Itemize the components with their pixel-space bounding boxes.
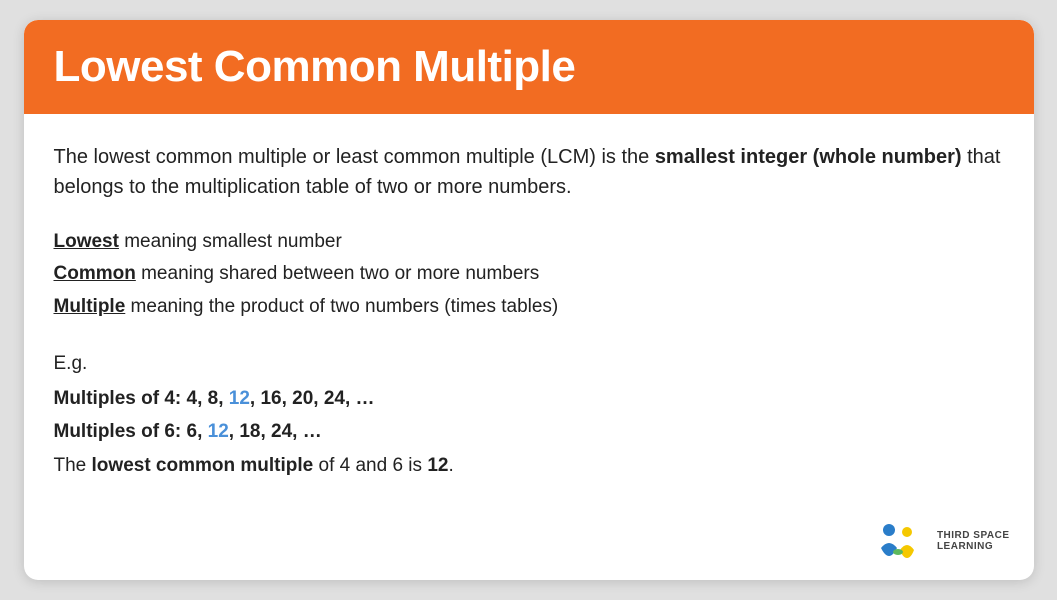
intro-paragraph: The lowest common multiple or least comm… [54,142,1004,202]
multiples-4-line: Multiples of 4: 4, 8, 12, 16, 20, 24, … [54,382,1004,415]
term-common: Common [54,263,136,284]
card: Lowest Common Multiple The lowest common… [24,20,1034,580]
logo-text: THIRD SPACE LEARNING [937,530,1010,552]
logo-line2: LEARNING [937,541,993,552]
def-multiple-text: meaning the product of two numbers (time… [125,296,558,317]
definition-multiple: Multiple meaning the product of two numb… [54,291,1004,323]
multiples-4-highlight: 12 [229,388,250,409]
conclusion-start: The [54,455,92,476]
conclusion-bold: lowest common multiple [92,455,314,476]
term-lowest: Lowest [54,231,119,252]
examples-section: E.g. Multiples of 4: 4, 8, 12, 16, 20, 2… [54,347,1004,482]
def-lowest-text: meaning smallest number [119,231,342,252]
multiples-6-rest: , 18, 24, … [229,421,322,442]
def-common-text: meaning shared between two or more numbe… [136,263,539,284]
page-title: Lowest Common Multiple [54,42,1004,92]
multiples-6-start: Multiples of 6: 6, [54,421,208,442]
eg-label: E.g. [54,347,1004,380]
definition-lowest: Lowest meaning smallest number [54,226,1004,258]
intro-bold: smallest integer (whole number) [655,146,962,168]
definition-common: Common meaning shared between two or mor… [54,258,1004,290]
conclusion-end: . [448,455,453,476]
conclusion-mid: of 4 and 6 is [313,455,427,476]
multiples-6-line: Multiples of 6: 6, 12, 18, 24, … [54,415,1004,448]
definitions-section: Lowest meaning smallest number Common me… [54,226,1004,323]
intro-text-start: The lowest common multiple or least comm… [54,146,655,168]
term-multiple: Multiple [54,296,126,317]
tsl-logo-icon [877,520,929,562]
header: Lowest Common Multiple [24,20,1034,114]
logo-line1: THIRD SPACE [937,530,1010,541]
multiples-4-start: Multiples of 4: 4, 8, [54,388,229,409]
main-content: The lowest common multiple or least comm… [24,114,1034,580]
conclusion-line: The lowest common multiple of 4 and 6 is… [54,449,1004,482]
logo-area: THIRD SPACE LEARNING [877,520,1010,562]
multiples-6-highlight: 12 [208,421,229,442]
multiples-4-rest: , 16, 20, 24, … [250,388,375,409]
conclusion-bold2: 12 [427,455,448,476]
